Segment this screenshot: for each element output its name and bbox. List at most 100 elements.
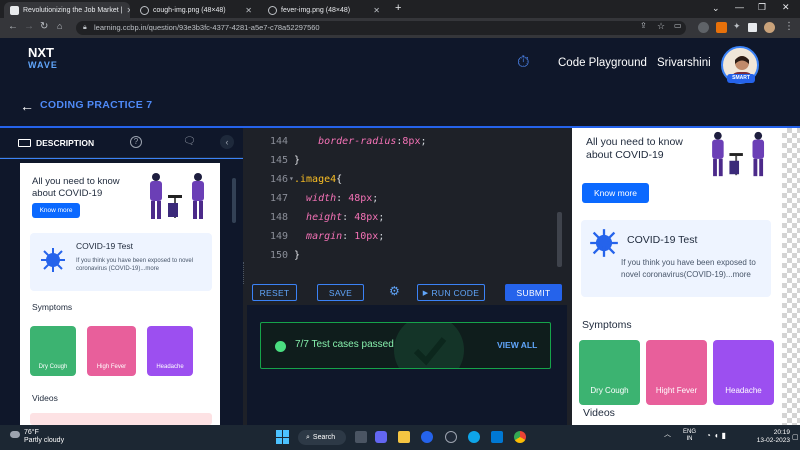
play-icon: ▶ (422, 289, 429, 297)
kebab-menu-icon[interactable]: ⋮ (784, 21, 794, 32)
start-button[interactable] (276, 430, 290, 444)
nxtwave-logo[interactable]: NXT WAVE (28, 46, 88, 72)
css-value: 48px (354, 212, 379, 223)
videos-heading: Videos (583, 407, 615, 419)
browser-tab-1[interactable]: Revolutionizing the Job Market | ✕ (4, 2, 130, 18)
weather-condition: Partly cloudy (24, 437, 65, 444)
lock-icon: 🔒︎ (83, 24, 87, 31)
code-line[interactable]: border-radius:8px; (294, 136, 426, 147)
extension-icon[interactable] (698, 22, 709, 33)
code-line[interactable]: width: 48px; (294, 193, 378, 204)
css-property: height (306, 212, 343, 223)
symptom-dry-cough[interactable]: Dry Cough (579, 340, 640, 405)
bookmark-star-icon[interactable]: ☆ (657, 21, 665, 32)
sidebar-icon[interactable] (748, 23, 757, 32)
test-card[interactable]: COVID-19 Test If you think you have been… (30, 233, 212, 291)
symptoms-heading: Symptoms (582, 319, 632, 331)
zoom-icon[interactable] (421, 431, 433, 443)
edge-icon[interactable] (468, 431, 480, 443)
submit-button[interactable]: SUBMIT (505, 284, 562, 301)
globe-icon (268, 5, 277, 15)
code-line[interactable]: height: 48px; (294, 212, 384, 223)
chrome-icon[interactable] (514, 431, 526, 443)
collapse-panel-button[interactable]: ‹ (220, 135, 234, 149)
symptom-high-fever[interactable]: Hight Fever (646, 340, 707, 405)
notification-icon[interactable]: ▢ (792, 433, 799, 441)
run-code-button[interactable]: ▶ RUN CODE (417, 284, 485, 301)
tray-overflow-icon[interactable]: ︿ (664, 429, 671, 439)
symptom-high-fever[interactable]: High Fever (87, 326, 136, 376)
metamask-icon[interactable] (716, 22, 727, 33)
back-icon[interactable]: ← (8, 21, 18, 32)
file-explorer-icon[interactable] (398, 431, 410, 443)
store-icon[interactable] (491, 431, 503, 443)
gear-icon[interactable]: ⚙ (389, 284, 400, 298)
browser-tab-bar: Revolutionizing the Job Market | ✕ cough… (0, 0, 800, 18)
symptom-label: Headache (725, 386, 762, 395)
editor-scrollbar[interactable] (557, 212, 562, 267)
left-scrollbar[interactable] (232, 178, 236, 223)
editor-toolbar: RESET SAVE ⚙ ▶ RUN CODE SUBMIT (247, 279, 567, 305)
video-card[interactable] (30, 413, 212, 425)
comment-icon[interactable]: 🗨︎ (183, 136, 196, 147)
help-icon[interactable]: ? (130, 136, 142, 148)
username[interactable]: Srivarshini (657, 57, 711, 69)
code-line[interactable]: } (294, 155, 300, 166)
know-more-button[interactable]: Know more (32, 203, 80, 218)
language-indicator[interactable]: ENG IN (683, 429, 696, 443)
back-arrow-icon[interactable]: ← (20, 98, 34, 114)
new-tab-button[interactable]: + (395, 2, 401, 14)
tablet-icon[interactable]: ▭ (674, 21, 682, 30)
puzzle-icon[interactable]: ✦ (733, 21, 741, 32)
timer-icon[interactable]: ⏱︎ (517, 54, 529, 72)
teams-icon[interactable] (375, 431, 387, 443)
minimize-icon[interactable]: — (735, 2, 744, 12)
close-tab-icon[interactable]: ✕ (373, 6, 380, 15)
system-tray-icons[interactable]: ◔◖▮ (706, 431, 729, 440)
tab-description[interactable]: DESCRIPTION (18, 138, 94, 148)
symptom-dry-cough[interactable]: Dry Cough (30, 326, 76, 376)
know-more-button[interactable]: Know more (582, 183, 649, 203)
panel-tabs: DESCRIPTION ? 🗨︎ ‹ (0, 128, 243, 158)
view-all-link[interactable]: VIEW ALL (497, 340, 537, 350)
taskbar-search[interactable]: ⌕ Search (298, 430, 346, 445)
search-label: Search (312, 434, 336, 441)
reload-icon[interactable]: ↻ (40, 21, 48, 32)
task-view-icon[interactable] (355, 431, 367, 443)
share-icon[interactable]: ⇪ (640, 21, 647, 30)
tab-search-icon[interactable]: ⌄ (712, 3, 720, 14)
language-top: ENG (683, 429, 697, 435)
address-bar[interactable]: 🔒︎ learning.ccbp.in/question/93e3b3fc-43… (76, 21, 686, 35)
code-line[interactable]: margin: 10px; (294, 231, 384, 242)
save-button[interactable]: SAVE (317, 284, 364, 301)
clock[interactable]: 20:19 13-02-2023 (750, 429, 790, 445)
forward-icon[interactable]: → (24, 21, 34, 32)
test-card[interactable]: COVID-19 Test If you think you have been… (581, 220, 771, 297)
language-bottom: IN (686, 436, 693, 442)
weather-widget[interactable]: 76°F Partly cloudy (10, 429, 64, 445)
code-playground-link[interactable]: Code Playground (558, 57, 647, 69)
close-tab-icon[interactable]: ✕ (126, 6, 130, 15)
css-value: 48px (348, 193, 373, 204)
code-line[interactable]: } (294, 250, 300, 261)
reset-button[interactable]: RESET (252, 284, 297, 301)
app-header: NXT WAVE ⏱︎ Code Playground Srivarshini … (0, 38, 800, 128)
browser-tab-2[interactable]: cough-img.png (48×48) ✕ (134, 2, 258, 18)
close-tab-icon[interactable]: ✕ (245, 6, 252, 15)
symptom-headache[interactable]: Headache (713, 340, 774, 405)
tab-title: Revolutionizing the Job Market | (23, 6, 123, 14)
profile-avatar-icon[interactable] (764, 22, 775, 33)
css-property: margin (306, 231, 343, 242)
css-value: 10px (354, 231, 379, 242)
symptom-headache[interactable]: Headache (147, 326, 193, 376)
symptom-label: Dry Cough (38, 364, 68, 370)
panel-resize-handle[interactable] (243, 262, 245, 284)
browser-tab-3[interactable]: fever-img.png (48×48) ✕ (262, 2, 386, 18)
window-close-icon[interactable]: ✕ (782, 2, 790, 13)
code-editor[interactable]: 144 border-radius:8px; 145 } 146 ▾ .imag… (247, 128, 567, 279)
restore-icon[interactable]: ❐ (758, 2, 766, 13)
keyboard-icon (18, 139, 31, 147)
dell-icon[interactable] (445, 431, 457, 443)
code-line[interactable]: .image4{ (294, 174, 342, 185)
home-icon[interactable]: ⌂ (57, 21, 62, 31)
